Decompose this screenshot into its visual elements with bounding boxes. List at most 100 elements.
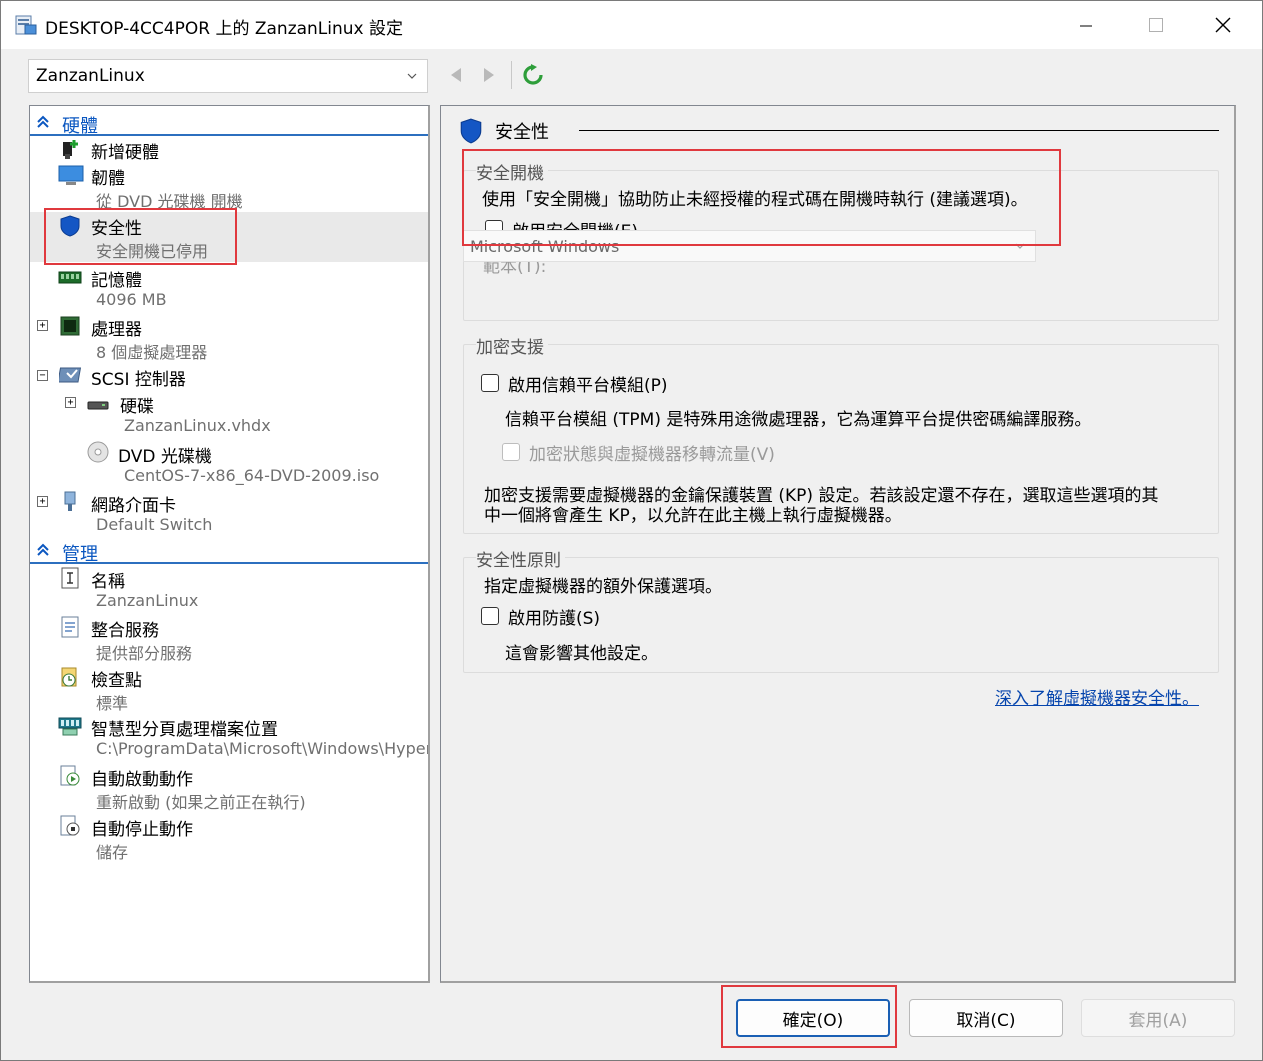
tree-item-sublabel: ZanzanLinux.vhdx — [124, 416, 271, 435]
collapse-tree-icon[interactable]: − — [37, 370, 48, 381]
enable-tpm-checkbox[interactable] — [481, 374, 499, 392]
tree-item-sublabel: C:\ProgramData\Microsoft\Windows\Hyper-V — [96, 739, 430, 758]
network-adapter-icon — [64, 491, 76, 511]
chevron-down-icon — [407, 73, 417, 79]
kp-description-line2: 中一個將會產生 KP，以允許在此主機上執行虛擬機器。 — [484, 506, 902, 526]
tree-item-label: 處理器 — [91, 320, 142, 340]
dvd-icon — [87, 441, 109, 463]
tree-item-label: 自動啟動動作 — [91, 770, 193, 790]
refresh-icon — [523, 64, 543, 85]
toolbar-divider — [511, 61, 512, 89]
tree-item-integration-services[interactable]: 整合服務 提供部分服務 — [30, 614, 428, 663]
tree-item-auto-stop[interactable]: 自動停止動作 儲存 — [30, 813, 428, 862]
collapse-icon — [37, 115, 49, 128]
tree-item-label: 記憶體 — [91, 271, 142, 291]
enable-shielding-checkbox[interactable] — [481, 607, 499, 625]
vm-dropdown[interactable]: ZanzanLinux — [28, 59, 428, 93]
encrypt-traffic-label[interactable]: 加密狀態與虛擬機器移轉流量(V) — [529, 440, 775, 465]
enable-shielding-label[interactable]: 啟用防護(S) — [508, 604, 600, 629]
tree-item-dvd-drive[interactable]: DVD 光碟機 CentOS-7-x86_64-DVD-2009.iso — [30, 440, 428, 488]
forward-button[interactable] — [477, 63, 501, 87]
tree-item-name[interactable]: 名稱 ZanzanLinux — [30, 565, 428, 613]
security-policy-title: 安全性原則 — [476, 546, 565, 571]
tree-item-sublabel: ZanzanLinux — [96, 591, 199, 610]
maximize-button[interactable] — [1125, 1, 1187, 49]
tree-item-label: 智慧型分頁處理檔案位置 — [91, 720, 278, 740]
expand-icon[interactable]: + — [37, 496, 48, 507]
management-section-header[interactable]: 管理 — [30, 538, 428, 565]
tree-item-auto-start[interactable]: 自動啟動動作 重新啟動 (如果之前正在執行) — [30, 763, 428, 812]
learn-more-link[interactable]: 深入了解虛擬機器安全性。 — [995, 684, 1199, 709]
tree-item-memory[interactable]: 記憶體 4096 MB — [30, 264, 428, 312]
tree-item-hard-drive[interactable]: + 硬碟 ZanzanLinux.vhdx — [30, 390, 428, 438]
policy-description: 指定虛擬機器的額外保護選項。 — [484, 577, 722, 597]
window-title: DESKTOP-4CC4POR 上的 ZanzanLinux 設定 — [45, 19, 404, 39]
pane-header: 安全性 — [459, 118, 1219, 144]
expand-icon[interactable]: + — [37, 320, 48, 331]
tree-item-firmware[interactable]: 韌體 從 DVD 光碟機 開機 — [30, 162, 428, 211]
tree-item-sublabel: 8 個虛擬處理器 — [96, 343, 208, 362]
close-button[interactable] — [1192, 1, 1254, 49]
tree-item-add-hardware[interactable]: 新增硬體 — [30, 136, 428, 163]
highlight-secure-boot — [462, 149, 1061, 246]
tree-item-label: 新增硬體 — [91, 143, 159, 163]
security-policy-group: 安全性原則 指定虛擬機器的額外保護選項。 啟用防護(S) 這會影響其他設定。 — [463, 546, 1219, 673]
encrypt-traffic-checkbox[interactable] — [502, 443, 520, 461]
minimize-button[interactable] — [1055, 1, 1117, 49]
hardware-header-label: 硬體 — [62, 116, 98, 137]
processor-icon — [60, 316, 80, 336]
apply-button[interactable]: 套用(A) — [1081, 999, 1235, 1037]
close-icon — [1215, 17, 1231, 33]
tree-item-label: 名稱 — [91, 572, 125, 592]
header-divider — [579, 130, 1219, 131]
tree-item-sublabel: 儲存 — [96, 843, 129, 862]
memory-icon — [58, 271, 82, 284]
refresh-button[interactable] — [521, 63, 545, 87]
tree-item-network-adapter[interactable]: + 網路介面卡 Default Switch — [30, 489, 428, 537]
enable-tpm-label[interactable]: 啟用信賴平台模組(P) — [508, 371, 668, 396]
management-header-label: 管理 — [62, 544, 98, 565]
integration-services-icon — [61, 616, 79, 638]
expand-icon[interactable]: + — [65, 397, 76, 408]
tree-item-sublabel: 4096 MB — [96, 290, 167, 309]
tree-item-processor[interactable]: + 處理器 8 個虛擬處理器 — [30, 313, 428, 362]
hard-drive-icon — [87, 401, 109, 410]
shielding-description: 這會影響其他設定。 — [505, 644, 658, 664]
tree-item-label: 硬碟 — [120, 397, 154, 417]
collapse-icon — [37, 543, 49, 556]
encryption-title: 加密支援 — [476, 333, 548, 358]
maximize-icon — [1149, 18, 1163, 32]
tree-item-sublabel: 標準 — [96, 694, 129, 713]
tree-item-sublabel: 提供部分服務 — [96, 644, 193, 663]
tree-item-label: 檢查點 — [91, 671, 142, 691]
tree-item-label: DVD 光碟機 — [118, 447, 212, 467]
encryption-support-group: 加密支援 啟用信賴平台模組(P) 信賴平台模組 (TPM) 是特殊用途微處理器，… — [463, 333, 1219, 534]
highlight-security-item — [44, 208, 237, 265]
tree-item-label: 網路介面卡 — [91, 496, 176, 516]
firmware-icon — [58, 165, 84, 185]
hardware-section-header[interactable]: 硬體 — [30, 110, 428, 137]
auto-stop-icon — [60, 815, 80, 836]
scsi-controller-icon — [59, 367, 82, 383]
tree-item-label: 韌體 — [91, 169, 125, 189]
arrow-right-icon — [484, 68, 494, 82]
tree-item-label: 整合服務 — [91, 621, 159, 641]
title-bar: DESKTOP-4CC4POR 上的 ZanzanLinux 設定 — [1, 1, 1262, 49]
tree-item-label: SCSI 控制器 — [91, 370, 186, 390]
smart-paging-icon — [58, 717, 82, 736]
cancel-button[interactable]: 取消(C) — [909, 999, 1063, 1037]
add-hardware-icon — [63, 140, 78, 159]
tree-item-scsi-controller[interactable]: − SCSI 控制器 — [30, 363, 428, 390]
tree-item-smart-paging[interactable]: 智慧型分頁處理檔案位置 C:\ProgramData\Microsoft\Win… — [30, 713, 428, 761]
vm-settings-icon — [15, 15, 37, 35]
vm-dropdown-value: ZanzanLinux — [36, 66, 145, 86]
tree-item-sublabel: CentOS-7-x86_64-DVD-2009.iso — [124, 466, 380, 485]
name-icon — [61, 567, 79, 589]
tree-item-sublabel: Default Switch — [96, 515, 213, 534]
pane-title: 安全性 — [495, 122, 549, 143]
arrow-left-icon — [451, 68, 461, 82]
tree-item-sublabel: 重新啟動 (如果之前正在執行) — [96, 793, 306, 812]
ok-button[interactable]: 確定(O) — [736, 999, 890, 1037]
back-button[interactable] — [444, 63, 468, 87]
tree-item-checkpoints[interactable]: 檢查點 標準 — [30, 664, 428, 713]
